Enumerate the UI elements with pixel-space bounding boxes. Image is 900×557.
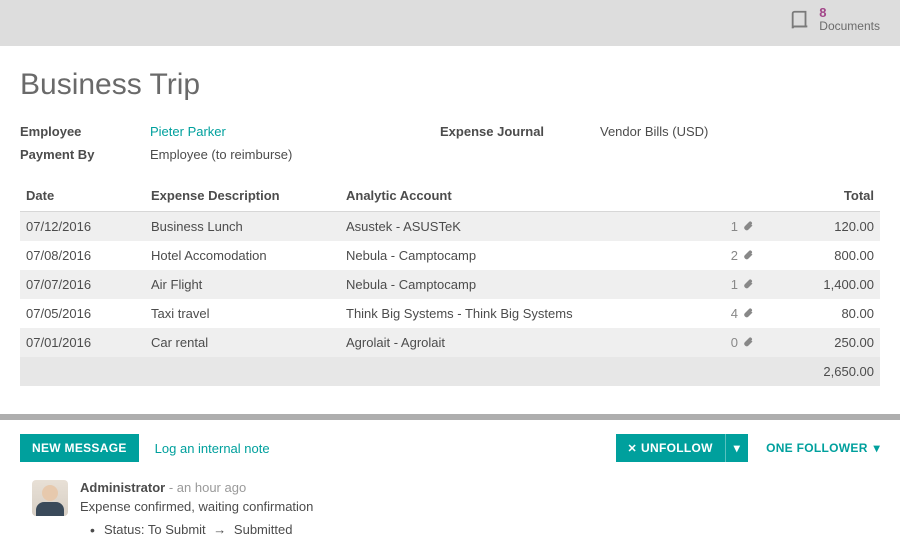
message-text: Expense confirmed, waiting confirmation xyxy=(80,499,313,514)
th-total[interactable]: Total xyxy=(760,180,880,212)
cell-total: 1,400.00 xyxy=(760,270,880,299)
caret-down-icon: ▾ xyxy=(734,441,740,455)
arrow-right-icon: → xyxy=(213,522,226,537)
table-row[interactable]: 07/08/2016Hotel AccomodationNebula - Cam… xyxy=(20,241,880,270)
payment-by-label: Payment By xyxy=(20,147,150,162)
cell-total: 800.00 xyxy=(760,241,880,270)
cell-attachments[interactable]: 1 xyxy=(700,212,760,242)
th-date[interactable]: Date xyxy=(20,180,145,212)
message: Administrator - an hour ago Expense conf… xyxy=(20,480,880,537)
cell-acct: Asustek - ASUSTeK xyxy=(340,212,700,242)
paperclip-icon xyxy=(738,219,754,234)
cell-date: 07/05/2016 xyxy=(20,299,145,328)
cell-desc: Air Flight xyxy=(145,270,340,299)
caret-down-icon: ▾ xyxy=(874,441,880,455)
cell-date: 07/01/2016 xyxy=(20,328,145,357)
expense-table: Date Expense Description Analytic Accoun… xyxy=(20,180,880,386)
payment-by-value: Employee (to reimburse) xyxy=(150,147,440,162)
cell-date: 07/12/2016 xyxy=(20,212,145,242)
table-row[interactable]: 07/05/2016Taxi travelThink Big Systems -… xyxy=(20,299,880,328)
form-fields: Employee Pieter Parker Expense Journal V… xyxy=(20,124,880,162)
cell-acct: Nebula - Camptocamp xyxy=(340,270,700,299)
cell-attachments[interactable]: 2 xyxy=(700,241,760,270)
paperclip-icon xyxy=(738,306,754,321)
paperclip-icon xyxy=(738,277,754,292)
message-time: - an hour ago xyxy=(169,480,246,495)
cell-acct: Agrolait - Agrolait xyxy=(340,328,700,357)
cell-desc: Car rental xyxy=(145,328,340,357)
documents-count: 8 xyxy=(819,6,880,20)
page-title: Business Trip xyxy=(20,68,880,102)
cell-desc: Taxi travel xyxy=(145,299,340,328)
cell-date: 07/07/2016 xyxy=(20,270,145,299)
journal-value: Vendor Bills (USD) xyxy=(600,124,880,139)
cell-total: 80.00 xyxy=(760,299,880,328)
journal-label: Expense Journal xyxy=(440,124,600,139)
documents-button[interactable]: 8 Documents xyxy=(789,6,880,33)
followers-button[interactable]: ONE FOLLOWER ▾ xyxy=(766,441,880,455)
table-row[interactable]: 07/01/2016Car rentalAgrolait - Agrolait0… xyxy=(20,328,880,357)
log-note-link[interactable]: Log an internal note xyxy=(155,441,270,456)
message-author[interactable]: Administrator xyxy=(80,480,165,495)
cell-attachments[interactable]: 0 xyxy=(700,328,760,357)
cell-total: 120.00 xyxy=(760,212,880,242)
cell-acct: Nebula - Camptocamp xyxy=(340,241,700,270)
unfollow-group: ✕UNFOLLOW ▾ xyxy=(616,434,749,462)
cell-date: 07/08/2016 xyxy=(20,241,145,270)
unfollow-button[interactable]: ✕UNFOLLOW xyxy=(616,434,726,462)
cell-desc: Business Lunch xyxy=(145,212,340,242)
grand-total: 2,650.00 xyxy=(20,357,880,386)
book-icon xyxy=(789,9,811,31)
new-message-button[interactable]: NEW MESSAGE xyxy=(20,434,139,462)
employee-value[interactable]: Pieter Parker xyxy=(150,124,440,139)
th-acct[interactable]: Analytic Account xyxy=(340,180,700,212)
cell-attachments[interactable]: 1 xyxy=(700,270,760,299)
message-status: Status: To Submit → Submitted xyxy=(80,522,313,537)
cell-acct: Think Big Systems - Think Big Systems xyxy=(340,299,700,328)
paperclip-icon xyxy=(738,335,754,350)
top-bar: 8 Documents xyxy=(0,0,900,46)
chatter: NEW MESSAGE Log an internal note ✕UNFOLL… xyxy=(0,420,900,557)
table-row[interactable]: 07/07/2016Air FlightNebula - Camptocamp1… xyxy=(20,270,880,299)
unfollow-dropdown[interactable]: ▾ xyxy=(726,434,748,462)
cell-attachments[interactable]: 4 xyxy=(700,299,760,328)
x-icon: ✕ xyxy=(628,443,638,455)
th-desc[interactable]: Expense Description xyxy=(145,180,340,212)
table-row[interactable]: 07/12/2016Business LunchAsustek - ASUSTe… xyxy=(20,212,880,242)
employee-label: Employee xyxy=(20,124,150,139)
avatar[interactable] xyxy=(32,480,68,516)
cell-total: 250.00 xyxy=(760,328,880,357)
documents-label: Documents xyxy=(819,20,880,33)
paperclip-icon xyxy=(738,248,754,263)
cell-desc: Hotel Accomodation xyxy=(145,241,340,270)
